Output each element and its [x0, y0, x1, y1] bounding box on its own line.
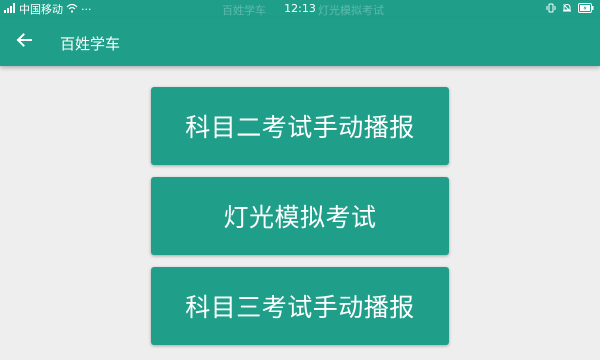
subject-three-broadcast-button[interactable]: 科目三考试手动播报	[151, 267, 449, 345]
subject-two-broadcast-button[interactable]: 科目二考试手动播报	[151, 87, 449, 165]
status-bar: 中国移动 ··· 百姓学车 12:13 灯光模拟考试	[0, 0, 600, 18]
button-label: 科目三考试手动播报	[185, 293, 415, 322]
status-right	[546, 2, 594, 16]
arrow-left-icon	[15, 31, 33, 53]
ghost-screen-name: 灯光模拟考试	[318, 4, 384, 17]
light-simulation-exam-button[interactable]: 灯光模拟考试	[151, 177, 449, 255]
main-content: 科目二考试手动播报 灯光模拟考试 科目三考试手动播报	[0, 66, 600, 360]
vibrate-icon	[546, 3, 556, 16]
alarm-icon	[562, 3, 572, 16]
back-button[interactable]	[8, 26, 40, 58]
ghost-app-name: 百姓学车	[222, 4, 266, 17]
status-time: 12:13	[284, 2, 316, 15]
status-center: 百姓学车 12:13 灯光模拟考试	[0, 2, 600, 17]
button-label: 科目二考试手动播报	[185, 113, 415, 142]
battery-icon	[578, 2, 594, 16]
button-label: 灯光模拟考试	[223, 203, 377, 232]
app-title: 百姓学车	[60, 35, 121, 53]
app-bar: 百姓学车	[0, 18, 600, 66]
